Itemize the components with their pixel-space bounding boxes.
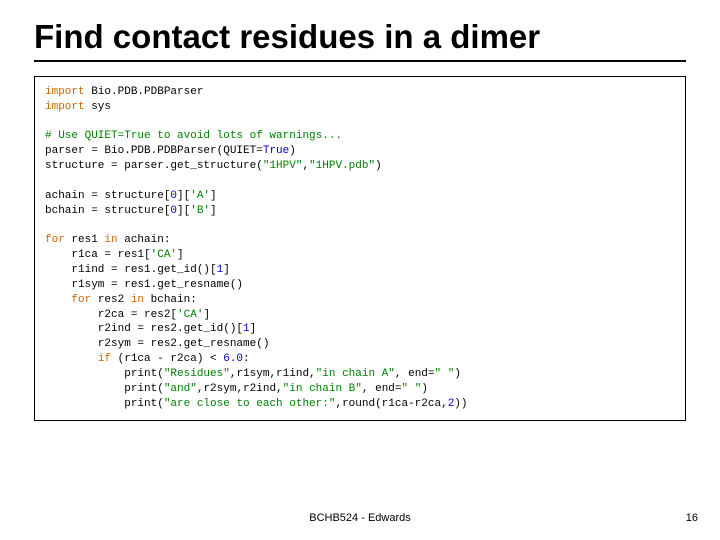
code-text: r1sym = res1.get_resname() bbox=[45, 279, 243, 291]
code-text: bchain: bbox=[144, 294, 197, 306]
page-number: 16 bbox=[686, 512, 698, 524]
code-text bbox=[45, 294, 71, 306]
code-string: "in chain A" bbox=[316, 368, 395, 380]
code-text: r1ind = res1.get_id()[ bbox=[45, 264, 217, 276]
code-text: ) bbox=[421, 383, 428, 395]
code-text: ] bbox=[210, 205, 217, 217]
kw-true: True bbox=[263, 145, 289, 157]
code-text: print( bbox=[45, 398, 164, 410]
code-string: "and" bbox=[164, 383, 197, 395]
code-text: r2ind = res2.get_id()[ bbox=[45, 323, 243, 335]
code-string: 'CA' bbox=[177, 309, 203, 321]
code-text: res2 bbox=[91, 294, 131, 306]
code-text: ] bbox=[203, 309, 210, 321]
kw-import: import bbox=[45, 86, 85, 98]
code-text: )) bbox=[454, 398, 467, 410]
code-text: bchain = structure[ bbox=[45, 205, 170, 217]
code-text: ] bbox=[223, 264, 230, 276]
code-text: achain = structure[ bbox=[45, 190, 170, 202]
code-text: structure = parser.get_structure( bbox=[45, 160, 263, 172]
code-text: (r1ca - r2ca) < bbox=[111, 353, 223, 365]
kw-in: in bbox=[131, 294, 144, 306]
title-underline bbox=[34, 60, 686, 62]
code-number: 1 bbox=[243, 323, 250, 335]
kw-for: for bbox=[45, 234, 65, 246]
code-string: 'CA' bbox=[151, 249, 177, 261]
code-text: ) bbox=[289, 145, 296, 157]
code-text: ,r2sym,r2ind, bbox=[197, 383, 283, 395]
code-text: ) bbox=[454, 368, 461, 380]
code-text: : bbox=[243, 353, 250, 365]
code-text: ) bbox=[375, 160, 382, 172]
kw-if: if bbox=[98, 353, 111, 365]
slide-title: Find contact residues in a dimer bbox=[34, 18, 686, 56]
code-string: "1HPV.pdb" bbox=[309, 160, 375, 172]
kw-import: import bbox=[45, 101, 85, 113]
code-text: ][ bbox=[177, 190, 190, 202]
code-comment: # Use QUIET=True to avoid lots of warnin… bbox=[45, 130, 342, 142]
kw-for: for bbox=[71, 294, 91, 306]
code-text: parser = Bio.PDB.PDBParser(QUIET= bbox=[45, 145, 263, 157]
code-text: r2ca = res2[ bbox=[45, 309, 177, 321]
code-text: ][ bbox=[177, 205, 190, 217]
code-text bbox=[45, 353, 98, 365]
code-string: "are close to each other:" bbox=[164, 398, 336, 410]
footer-text: BCHB524 - Edwards bbox=[0, 512, 720, 524]
code-text: r2sym = res2.get_resname() bbox=[45, 338, 269, 350]
code-text: Bio.PDB.PDBParser bbox=[85, 86, 204, 98]
code-text: ] bbox=[210, 190, 217, 202]
code-text: achain: bbox=[118, 234, 171, 246]
code-string: 'B' bbox=[190, 205, 210, 217]
code-text: ] bbox=[250, 323, 257, 335]
slide: Find contact residues in a dimer import … bbox=[0, 0, 720, 540]
code-number: 6.0 bbox=[223, 353, 243, 365]
code-text: print( bbox=[45, 368, 164, 380]
code-string: " " bbox=[435, 368, 455, 380]
code-text: , end= bbox=[395, 368, 435, 380]
code-text: print( bbox=[45, 383, 164, 395]
kw-in: in bbox=[104, 234, 117, 246]
code-text: sys bbox=[85, 101, 111, 113]
code-string: "1HPV" bbox=[263, 160, 303, 172]
code-string: 'A' bbox=[190, 190, 210, 202]
code-block: import Bio.PDB.PDBParser import sys # Us… bbox=[34, 76, 686, 421]
code-text: res1 bbox=[65, 234, 105, 246]
code-string: "Residues" bbox=[164, 368, 230, 380]
code-text: ,round(r1ca-r2ca, bbox=[335, 398, 447, 410]
code-text: ] bbox=[177, 249, 184, 261]
code-string: "in chain B" bbox=[283, 383, 362, 395]
code-text: , end= bbox=[362, 383, 402, 395]
code-string: " " bbox=[402, 383, 422, 395]
code-text: ,r1sym,r1ind, bbox=[230, 368, 316, 380]
code-text: r1ca = res1[ bbox=[45, 249, 151, 261]
